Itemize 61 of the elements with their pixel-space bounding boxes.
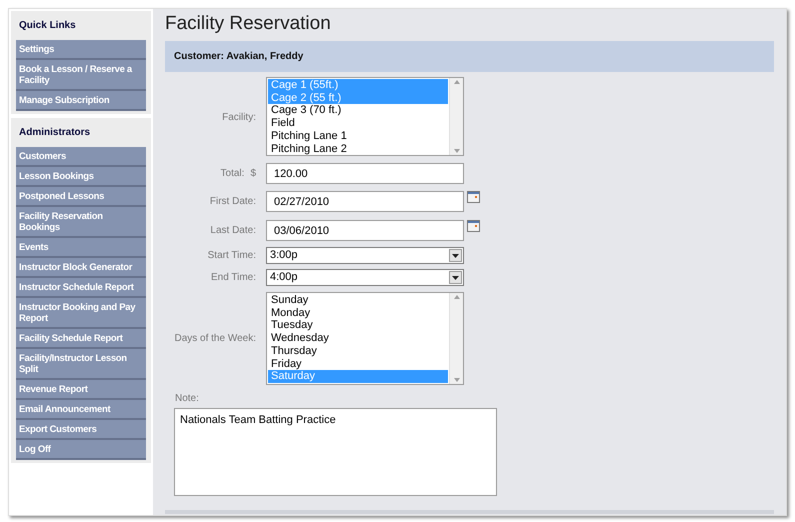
list-option[interactable]: Sunday (268, 294, 448, 307)
customer-bar: Customer: Avakian, Freddy (165, 41, 774, 72)
date-field[interactable]: 03/06/2010 (266, 220, 464, 241)
sidebar-link[interactable]: Facility Reservation Bookings (16, 207, 146, 238)
list-option[interactable]: Field (268, 117, 448, 130)
dropdown-arrow-icon (452, 276, 459, 280)
time-dropdown[interactable]: 3:00p (266, 247, 464, 264)
sidebar-link[interactable]: Events (16, 238, 146, 258)
sidebar-link[interactable]: Instructor Schedule Report (16, 278, 146, 298)
sidebar-link[interactable]: Book a Lesson / Reserve a Facility (16, 60, 146, 91)
sidebar-link[interactable]: Log Off (16, 440, 146, 460)
scroll-up-icon[interactable] (454, 295, 460, 299)
total-field[interactable]: 120.00 (266, 163, 464, 184)
sidebar-link[interactable]: Export Customers (16, 420, 146, 440)
sidebar-link[interactable]: Postponed Lessons (16, 187, 146, 207)
calendar-icon[interactable] (467, 191, 480, 203)
list-option[interactable]: Pitching Lane 1 (268, 130, 448, 143)
sidebar-link[interactable]: Email Announcement (16, 400, 146, 420)
sidebar-link[interactable]: Instructor Booking and Pay Report (16, 298, 146, 329)
field-label: Total: (220, 167, 244, 181)
list-option[interactable]: Cage 3 (70 ft.) (268, 104, 448, 118)
list-box[interactable]: Cage 1 (55ft.) Cage 2 (55 ft.) Cage 3 (70 ft.) Field Pitching Lane 1 Pitching Lane 2 (266, 77, 464, 156)
list-option[interactable]: Wednesday (268, 332, 448, 345)
list-option[interactable]: Thursday (268, 344, 448, 358)
calendar-icon[interactable] (467, 220, 480, 232)
sidebar-link[interactable]: Revenue Report (16, 380, 146, 400)
page-title: Facility Reservation (165, 12, 332, 36)
field-label: First Date: (210, 195, 256, 209)
dropdown-arrow-icon (452, 254, 459, 258)
sidebar-link[interactable]: Facility/Instructor Lesson Split (16, 349, 146, 380)
list-option[interactable]: Saturday (268, 370, 448, 383)
list-option[interactable]: Cage 2 (55 ft.) (268, 92, 448, 104)
list-option[interactable]: Monday (268, 306, 448, 320)
scroll-down-icon[interactable] (454, 149, 460, 153)
list-option[interactable]: Cage 1 (55ft.) (268, 79, 448, 92)
field-label: End Time: (210, 271, 256, 285)
list-box[interactable]: Sunday Monday Tuesday Wednesday Thursday Friday Saturday (266, 292, 464, 385)
scrollbar[interactable] (449, 78, 463, 155)
sidebar-link[interactable]: Settings (16, 40, 146, 60)
field-label: Days of the Week: (174, 332, 256, 346)
scroll-up-icon[interactable] (454, 80, 460, 84)
scroll-down-icon[interactable] (454, 378, 460, 382)
section-title: Administrators (18, 126, 92, 140)
currency-sign: $ (250, 167, 256, 181)
scrollbar[interactable] (449, 293, 463, 384)
date-field[interactable]: 02/27/2010 (266, 191, 464, 212)
sidebar-link[interactable]: Manage Subscription (16, 91, 146, 111)
sidebar-link[interactable]: Lesson Bookings (16, 167, 146, 187)
time-dropdown[interactable]: 4:00p (266, 269, 464, 286)
sidebar-link[interactable]: Instructor Block Generator (16, 258, 146, 278)
note-field[interactable]: Nationals Team Batting Practice (174, 408, 497, 496)
sidebar-link[interactable]: Customers (16, 147, 146, 167)
list-option[interactable]: Friday (268, 358, 448, 370)
section-title: Quick Links (18, 19, 77, 33)
sidebar-link[interactable]: Facility Schedule Report (16, 329, 146, 349)
list-option[interactable]: Tuesday (268, 319, 448, 332)
field-label: Start Time: (208, 249, 256, 263)
list-option[interactable]: Pitching Lane 2 (268, 142, 448, 156)
field-label: Facility: (222, 110, 256, 124)
field-label: Note: (174, 392, 200, 406)
field-label: Last Date: (210, 224, 256, 238)
